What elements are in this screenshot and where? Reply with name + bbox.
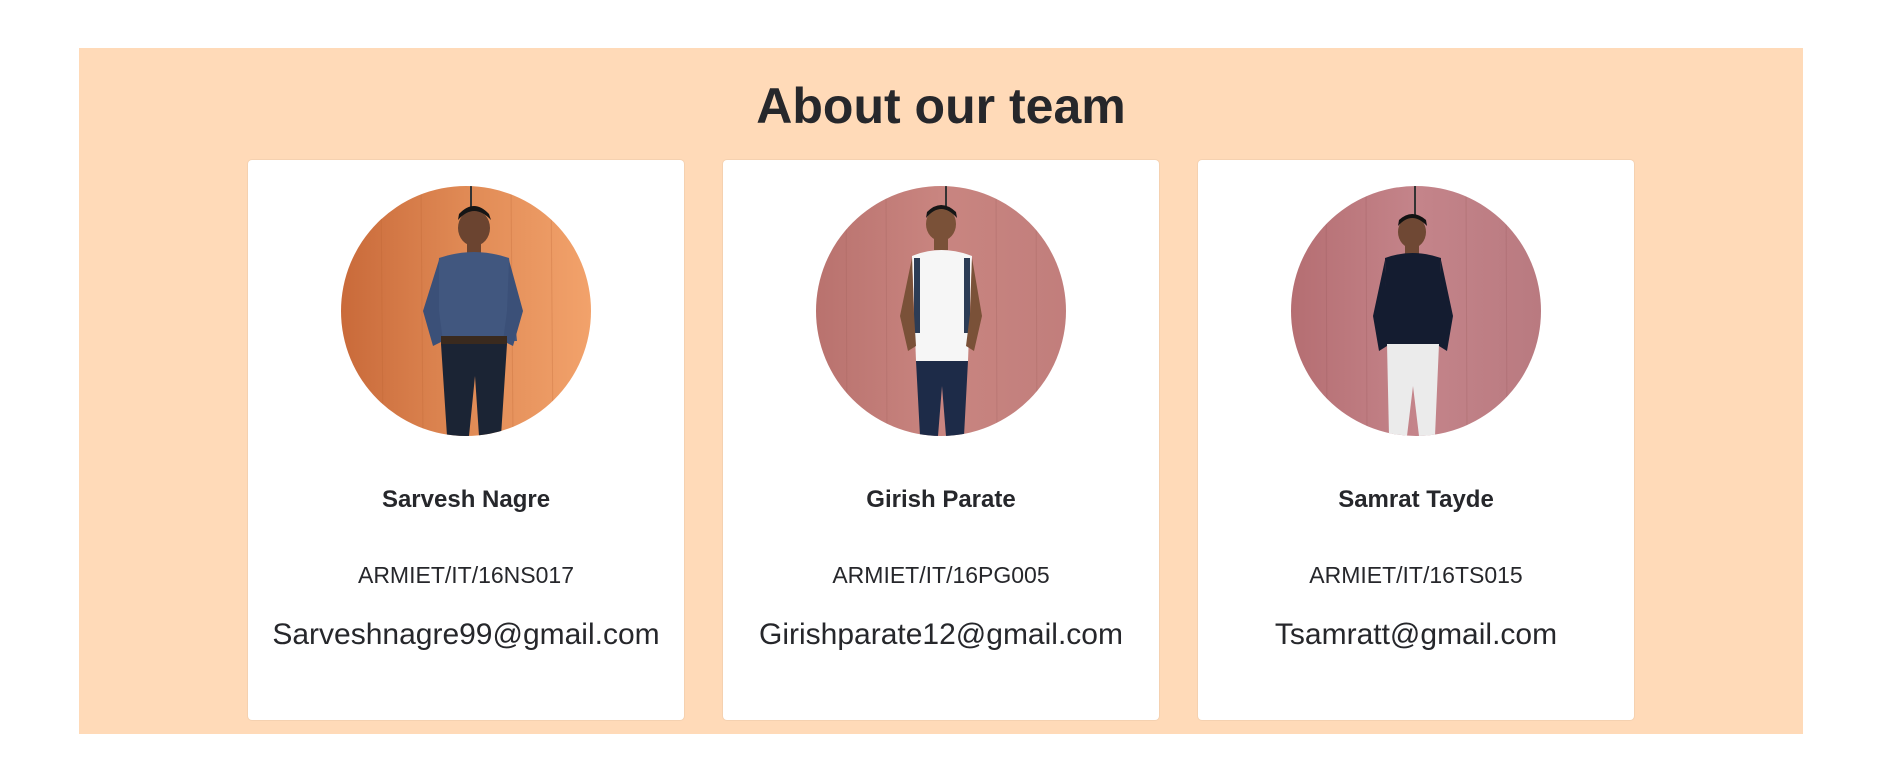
member-email[interactable]: Girishparate12@gmail.com [723,618,1159,652]
team-member-card: Samrat Tayde ARMIET/IT/16TS015 Tsamratt@… [1198,160,1634,720]
member-photo [1291,186,1541,436]
team-member-card: Girish Parate ARMIET/IT/16PG005 Girishpa… [723,160,1159,720]
team-section: About our team Sarvesh Nagre ARMIET/IT/1… [79,48,1803,734]
member-photo [816,186,1066,436]
member-name: Sarvesh Nagre [381,486,551,513]
member-email[interactable]: Tsamratt@gmail.com [1198,618,1634,652]
member-email[interactable]: Sarveshnagre99@gmail.com [248,618,684,652]
section-title: About our team [756,78,1126,134]
member-photo [341,186,591,436]
member-name: Samrat Tayde [1338,486,1494,513]
team-member-card: Sarvesh Nagre ARMIET/IT/16NS017 Sarveshn… [248,160,684,720]
member-id: ARMIET/IT/16TS015 [1309,562,1523,588]
member-name: Girish Parate [866,486,1016,513]
member-id: ARMIET/IT/16PG005 [832,562,1050,588]
member-id: ARMIET/IT/16NS017 [357,562,575,588]
